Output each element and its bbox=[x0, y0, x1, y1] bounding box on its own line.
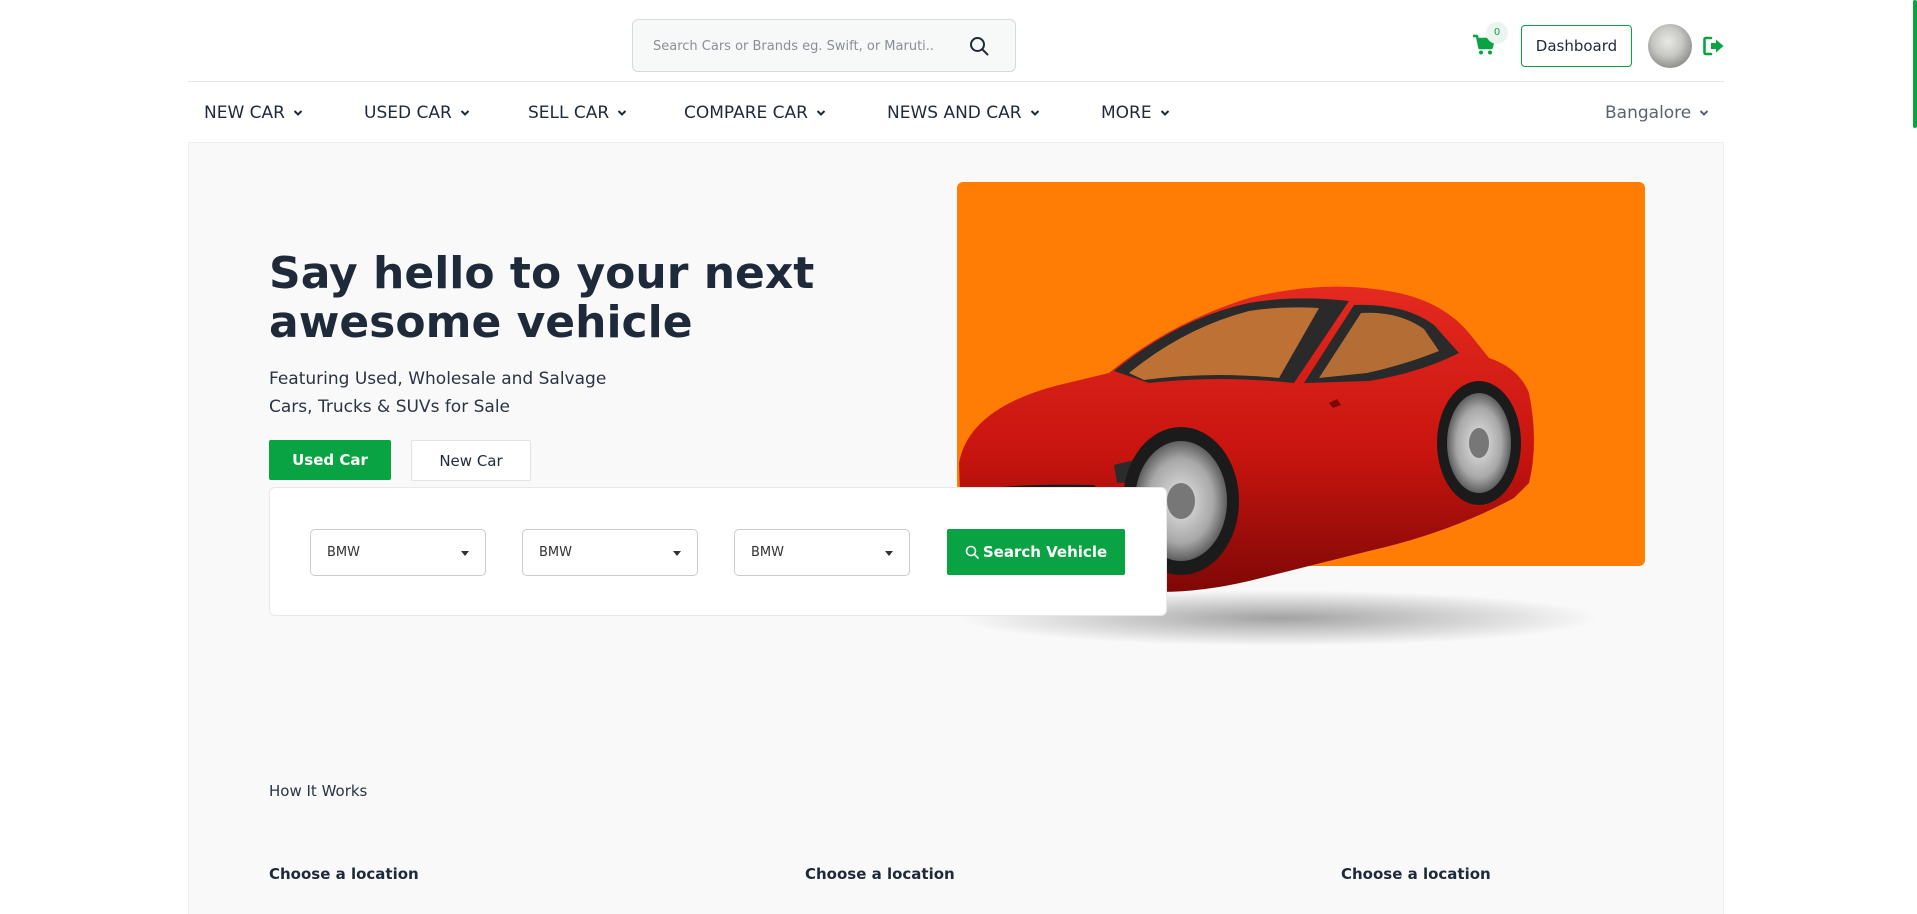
step-title: Choose a location bbox=[1341, 865, 1491, 883]
caret-down-icon bbox=[885, 551, 893, 556]
nav-item-news-and-car[interactable]: NEWS AND CAR bbox=[887, 101, 1040, 125]
step-title: Choose a location bbox=[805, 865, 955, 883]
search-box[interactable] bbox=[632, 19, 1016, 72]
step-title: Choose a location bbox=[269, 865, 419, 883]
car-image bbox=[959, 286, 1599, 646]
chevron-down-icon bbox=[1030, 110, 1039, 116]
select-value: BMW bbox=[751, 545, 784, 560]
top-header: 0 Dashboard bbox=[188, 0, 1724, 82]
nav-item-more[interactable]: MORE bbox=[1101, 101, 1170, 125]
select-value: BMW bbox=[327, 545, 360, 560]
nav-label: USED CAR bbox=[364, 103, 452, 123]
nav-label: NEWS AND CAR bbox=[887, 103, 1022, 123]
search-vehicle-button[interactable]: Search Vehicle bbox=[947, 529, 1125, 575]
hero-subtitle-line2: Cars, Trucks & SUVs for Sale bbox=[269, 397, 510, 417]
select-value: BMW bbox=[539, 545, 572, 560]
brand-select-3[interactable]: BMW bbox=[734, 529, 910, 576]
scrollbar[interactable] bbox=[1913, 0, 1917, 128]
nav-label: SELL CAR bbox=[528, 103, 610, 123]
dashboard-button[interactable]: Dashboard bbox=[1521, 25, 1632, 67]
avatar[interactable] bbox=[1648, 24, 1692, 68]
nav-label: MORE bbox=[1101, 103, 1152, 123]
cart-count-badge: 0 bbox=[1486, 22, 1508, 44]
hero-subtitle-line1: Featuring Used, Wholesale and Salvage bbox=[269, 369, 607, 389]
logout-icon[interactable] bbox=[1703, 36, 1725, 56]
new-car-tab[interactable]: New Car bbox=[411, 440, 531, 481]
brand-select-1[interactable]: BMW bbox=[310, 529, 486, 576]
hero-section: Say hello to your next awesome vehicle F… bbox=[188, 143, 1724, 914]
nav-label: COMPARE CAR bbox=[684, 103, 808, 123]
hero-title: Say hello to your next awesome vehicle bbox=[269, 248, 815, 348]
vehicle-search-card: BMW BMW BMW Search Vehicle bbox=[269, 487, 1167, 616]
search-icon[interactable] bbox=[969, 36, 989, 56]
hero-subtitle: Featuring Used, Wholesale and Salvage Ca… bbox=[269, 365, 629, 421]
caret-down-icon bbox=[461, 551, 469, 556]
search-input[interactable] bbox=[653, 33, 953, 59]
nav-item-used-car[interactable]: USED CAR bbox=[364, 101, 470, 125]
search-icon bbox=[965, 545, 979, 559]
chevron-down-icon bbox=[1160, 110, 1169, 116]
chevron-down-icon bbox=[1700, 110, 1709, 116]
nav-label: NEW CAR bbox=[204, 103, 285, 123]
chevron-down-icon bbox=[293, 110, 303, 116]
nav-item-new-car[interactable]: NEW CAR bbox=[204, 101, 303, 125]
search-vehicle-label: Search Vehicle bbox=[982, 543, 1108, 561]
how-it-works-heading: How It Works bbox=[269, 782, 368, 800]
brand-select-2[interactable]: BMW bbox=[522, 529, 698, 576]
caret-down-icon bbox=[673, 551, 681, 556]
city-label: Bangalore bbox=[1605, 103, 1692, 123]
nav-item-compare-car[interactable]: COMPARE CAR bbox=[684, 101, 826, 125]
page: 0 Dashboard NEW CAR USED CAR SELL CAR CO… bbox=[0, 0, 1917, 914]
chevron-down-icon bbox=[617, 110, 627, 116]
nav-item-sell-car[interactable]: SELL CAR bbox=[528, 101, 627, 125]
used-car-tab[interactable]: Used Car bbox=[269, 440, 391, 480]
main-nav: NEW CAR USED CAR SELL CAR COMPARE CAR NE… bbox=[188, 82, 1724, 143]
chevron-down-icon bbox=[816, 110, 826, 116]
city-selector[interactable]: Bangalore bbox=[1605, 101, 1709, 125]
chevron-down-icon bbox=[460, 110, 469, 116]
